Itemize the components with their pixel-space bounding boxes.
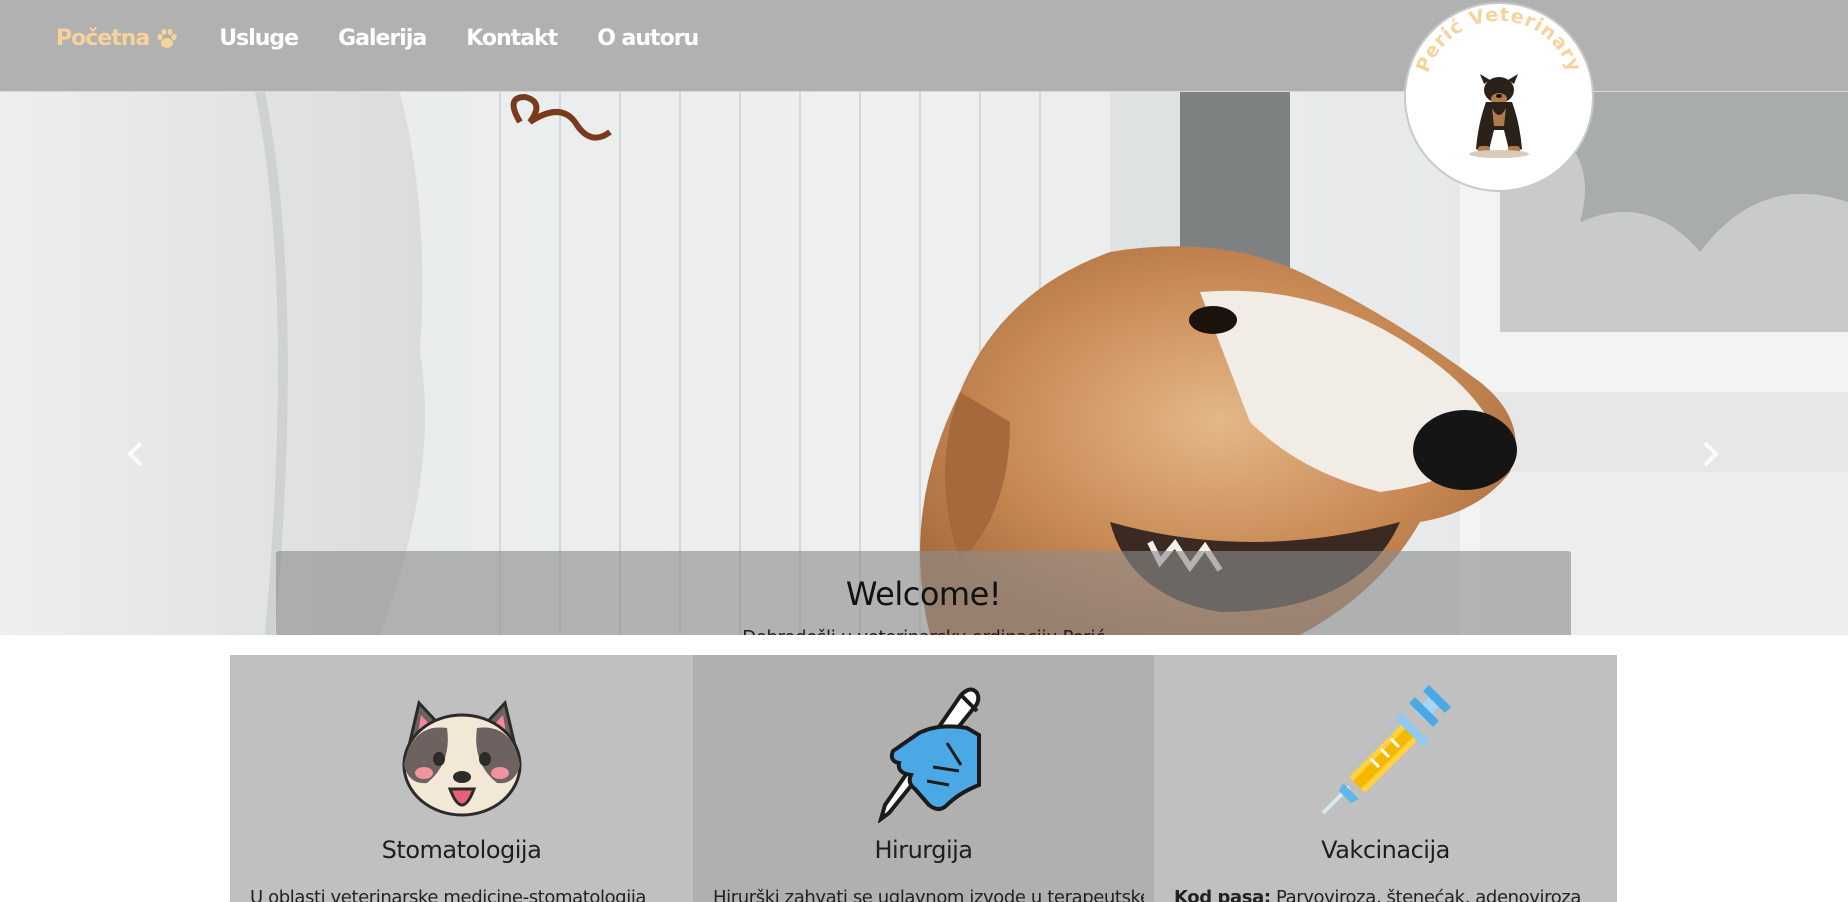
syringe-icon	[1321, 685, 1451, 815]
page: Početna Usluge Galerija Kontakt O autoru	[0, 0, 1848, 902]
scalpel-hand-icon	[877, 687, 981, 823]
service-text-content: U oblasti veterinarske medicine-stomatol…	[250, 887, 647, 902]
dog-logo-icon	[1469, 74, 1529, 158]
service-title: Hirurgija	[874, 836, 973, 864]
service-text: U oblasti veterinarske medicine-stomatol…	[250, 887, 683, 902]
nav-item-usluge[interactable]: Usluge	[219, 26, 299, 51]
nav-item-pocetna[interactable]: Početna	[56, 26, 179, 51]
caption-title: Welcome!	[845, 575, 1002, 613]
service-text-content: Parvoviroza, štenećak, adenoviroza	[1270, 887, 1581, 902]
carousel-next-arrow-icon[interactable]	[1696, 440, 1724, 468]
nav-item-o-autoru[interactable]: O autoru	[597, 26, 699, 51]
service-text: Kod pasa: Parvoviroza, štenećak, adenovi…	[1174, 887, 1607, 902]
caption-text: Dobrodošli u veterinarsku ordinaciju Per…	[276, 627, 1571, 635]
services-section: Stomatologija U oblasti veterinarske med…	[230, 655, 1617, 902]
carousel-caption: Welcome! Dobrodošli u veterinarsku ordin…	[276, 551, 1571, 635]
service-card-stomatologija[interactable]: Stomatologija U oblasti veterinarske med…	[230, 655, 693, 902]
hero-carousel: Welcome! Dobrodošli u veterinarsku ordin…	[0, 92, 1848, 635]
nav-item-kontakt[interactable]: Kontakt	[466, 26, 558, 51]
carousel-prev-arrow-icon[interactable]	[122, 440, 150, 468]
paw-icon	[157, 28, 177, 48]
nav-item-label: Početna	[56, 26, 150, 51]
nav-item-galerija[interactable]: Galerija	[338, 26, 427, 51]
service-title: Vakcinacija	[1321, 836, 1450, 864]
logo-image: Perić Veterinary	[1412, 4, 1585, 158]
service-card-vakcinacija[interactable]: Vakcinacija Kod pasa: Parvoviroza, štene…	[1154, 655, 1617, 902]
service-text-content: Hirurški zahvati se uglavnom izvode u te…	[713, 887, 1144, 902]
logo[interactable]: Perić Veterinary	[1406, 4, 1592, 190]
service-card-hirurgija[interactable]: Hirurgija Hirurški zahvati se uglavnom i…	[693, 655, 1154, 902]
service-title: Stomatologija	[381, 836, 542, 864]
dog-face-icon	[402, 699, 521, 817]
service-text: Hirurški zahvati se uglavnom izvode u te…	[713, 887, 1144, 902]
service-text-bold: Kod pasa:	[1174, 887, 1271, 902]
nav-links: Početna Usluge Galerija Kontakt O autoru	[56, 26, 738, 51]
